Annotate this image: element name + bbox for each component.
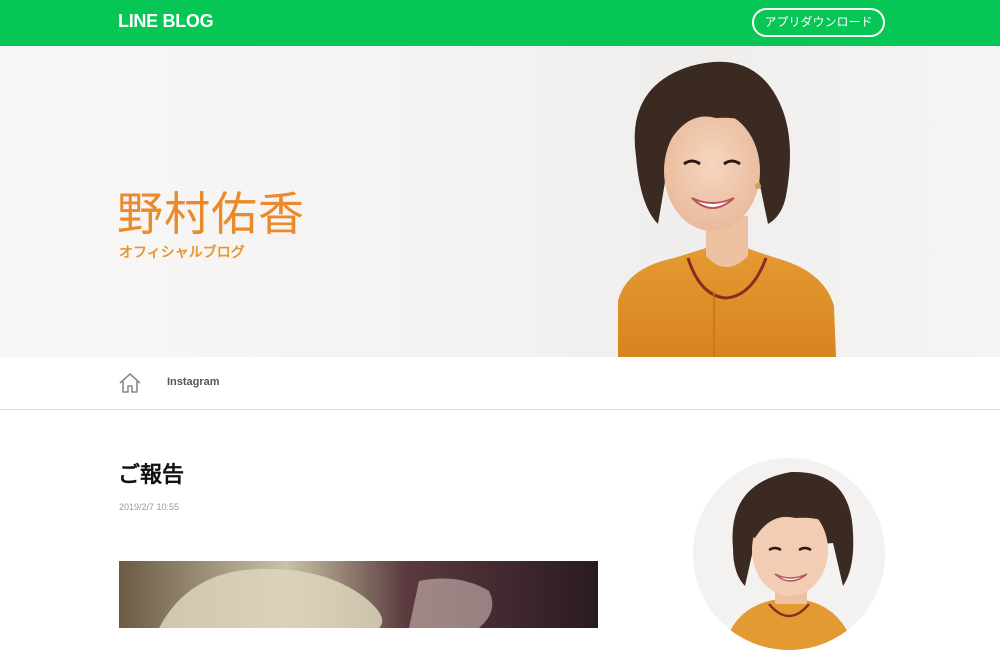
profile-avatar[interactable] <box>693 458 885 650</box>
blogger-portrait-image <box>618 61 836 357</box>
line-blog-logo[interactable]: LINE BLOG <box>118 11 214 32</box>
top-header-bar: LINE BLOG アプリダウンロード <box>0 0 1000 46</box>
blog-subtitle: オフィシャルブログ <box>119 245 245 261</box>
post-image[interactable] <box>119 561 598 628</box>
home-icon[interactable] <box>118 371 142 395</box>
post-title[interactable]: ご報告 <box>118 457 184 489</box>
blog-header-banner: 野村佑香 オフィシャルブログ <box>0 46 1000 357</box>
profile-avatar-image <box>693 458 885 650</box>
blog-title[interactable]: 野村佑香 <box>117 178 305 244</box>
nav-link-instagram[interactable]: Instagram <box>167 376 220 388</box>
app-download-button[interactable]: アプリダウンロード <box>752 8 885 37</box>
blog-nav-bar: Instagram <box>0 357 1000 410</box>
post-date: 2019/2/7 10:55 <box>119 502 180 512</box>
